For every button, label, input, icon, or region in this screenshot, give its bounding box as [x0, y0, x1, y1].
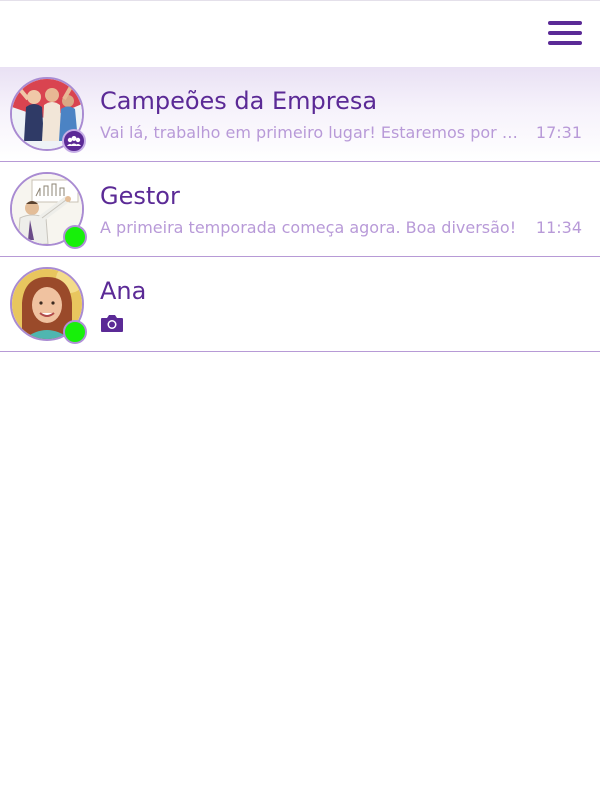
chat-time: 11:34 [535, 218, 582, 237]
menu-line [548, 31, 582, 35]
online-status-dot [63, 225, 87, 249]
chat-app: Campeões da Empresa Vai lá, trabalho em … [0, 0, 600, 800]
chat-preview: A primeira temporada começa agora. Boa d… [100, 218, 517, 237]
chat-time: 17:31 [535, 123, 582, 142]
chat-preview: Vai lá, trabalho em primeiro lugar! Esta… [100, 123, 525, 142]
menu-line [548, 21, 582, 25]
hamburger-menu-icon[interactable] [548, 19, 582, 47]
chat-name: Gestor [100, 182, 180, 210]
menu-line [548, 41, 582, 45]
chat-item-campeoes-da-empresa[interactable]: Campeões da Empresa Vai lá, trabalho em … [0, 67, 600, 162]
chat-name: Campeões da Empresa [100, 87, 378, 115]
chat-item-ana[interactable]: Ana [0, 257, 600, 352]
top-bar [0, 1, 600, 67]
camera-icon [100, 313, 124, 333]
chat-item-gestor[interactable]: Gestor A primeira temporada começa agora… [0, 162, 600, 257]
group-icon [62, 129, 86, 153]
chat-list: Campeões da Empresa Vai lá, trabalho em … [0, 67, 600, 352]
chat-name: Ana [100, 277, 147, 305]
online-status-dot [63, 320, 87, 344]
